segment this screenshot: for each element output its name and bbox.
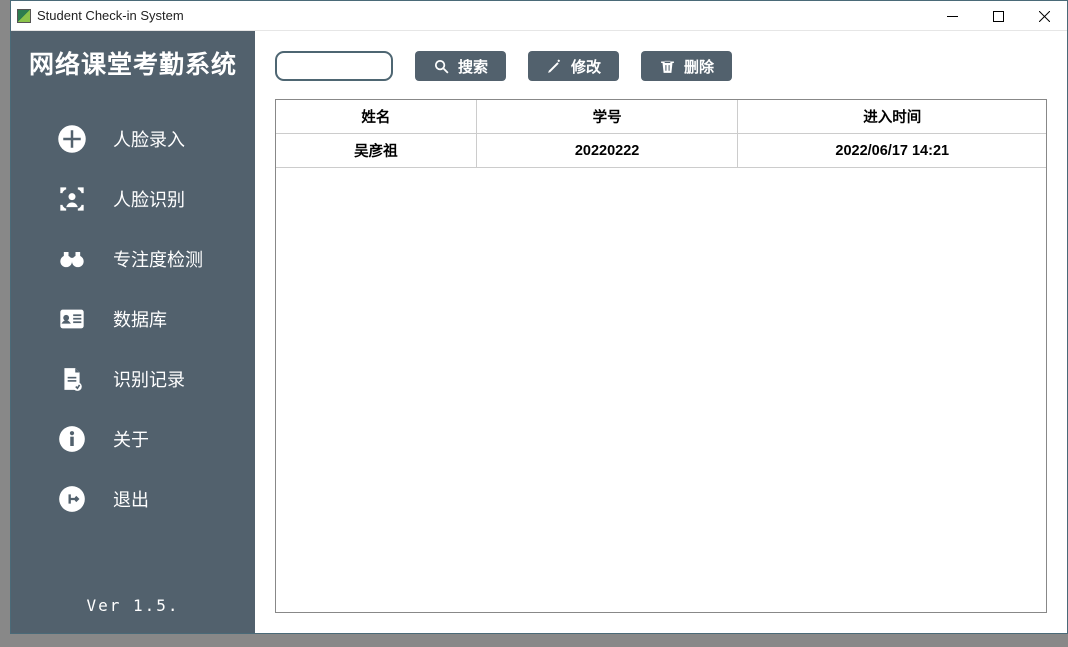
sidebar-item-label: 识别记录 bbox=[113, 366, 185, 392]
cell-id: 20220222 bbox=[476, 134, 738, 168]
edit-button[interactable]: 修改 bbox=[528, 51, 619, 81]
search-button[interactable]: 搜索 bbox=[415, 51, 506, 81]
button-label: 搜索 bbox=[458, 56, 488, 77]
main-content: 搜索 修改 删除 姓名 学号 bbox=[255, 31, 1067, 633]
search-input[interactable] bbox=[275, 51, 393, 81]
col-name[interactable]: 姓名 bbox=[276, 100, 476, 134]
cell-time: 2022/06/17 14:21 bbox=[738, 134, 1046, 168]
version-label: Ver 1.5. bbox=[86, 596, 179, 615]
trash-icon bbox=[659, 58, 676, 75]
titlebar: Student Check-in System bbox=[11, 1, 1067, 31]
minimize-icon bbox=[947, 11, 958, 22]
sidebar-item-face-enroll[interactable]: 人脸录入 bbox=[11, 109, 255, 169]
button-label: 删除 bbox=[684, 56, 714, 77]
edit-icon bbox=[546, 58, 563, 75]
table-row[interactable]: 吴彦祖 20220222 2022/06/17 14:21 bbox=[276, 134, 1046, 168]
sidebar-item-database[interactable]: 数据库 bbox=[11, 289, 255, 349]
sidebar-item-label: 人脸识别 bbox=[113, 186, 185, 212]
system-title: 网络课堂考勤系统 bbox=[29, 45, 237, 81]
info-circle-icon bbox=[57, 424, 87, 454]
col-time[interactable]: 进入时间 bbox=[738, 100, 1046, 134]
records-table-container[interactable]: 姓名 学号 进入时间 吴彦祖 20220222 2022/06/17 14:21 bbox=[275, 99, 1047, 613]
sidebar: 网络课堂考勤系统 人脸录入 人脸识别 bbox=[11, 31, 255, 633]
binoculars-icon bbox=[57, 244, 87, 274]
app-icon bbox=[17, 9, 31, 23]
maximize-icon bbox=[993, 11, 1004, 22]
logout-icon bbox=[57, 484, 87, 514]
sidebar-item-label: 关于 bbox=[113, 426, 149, 452]
database-icon bbox=[57, 304, 87, 334]
minimize-button[interactable] bbox=[929, 1, 975, 31]
close-icon bbox=[1039, 11, 1050, 22]
sidebar-item-label: 数据库 bbox=[113, 306, 167, 332]
close-button[interactable] bbox=[1021, 1, 1067, 31]
sidebar-item-about[interactable]: 关于 bbox=[11, 409, 255, 469]
window-title: Student Check-in System bbox=[37, 8, 184, 23]
table-header-row: 姓名 学号 进入时间 bbox=[276, 100, 1046, 134]
window-controls bbox=[929, 1, 1067, 30]
col-id[interactable]: 学号 bbox=[476, 100, 738, 134]
sidebar-item-attention-detect[interactable]: 专注度检测 bbox=[11, 229, 255, 289]
toolbar: 搜索 修改 删除 bbox=[275, 51, 1047, 81]
sidebar-item-label: 退出 bbox=[113, 486, 149, 512]
sidebar-item-face-recognition[interactable]: 人脸识别 bbox=[11, 169, 255, 229]
sidebar-item-records[interactable]: 识别记录 bbox=[11, 349, 255, 409]
app-window: Student Check-in System 网络课堂考勤系统 人脸录入 bbox=[10, 0, 1068, 634]
delete-button[interactable]: 删除 bbox=[641, 51, 732, 81]
sidebar-item-label: 人脸录入 bbox=[113, 126, 185, 152]
body: 网络课堂考勤系统 人脸录入 人脸识别 bbox=[11, 31, 1067, 633]
plus-circle-icon bbox=[57, 124, 87, 154]
document-icon bbox=[57, 364, 87, 394]
button-label: 修改 bbox=[571, 56, 601, 77]
sidebar-item-label: 专注度检测 bbox=[113, 246, 203, 272]
face-scan-icon bbox=[57, 184, 87, 214]
records-table: 姓名 学号 进入时间 吴彦祖 20220222 2022/06/17 14:21 bbox=[276, 100, 1046, 168]
sidebar-item-exit[interactable]: 退出 bbox=[11, 469, 255, 529]
maximize-button[interactable] bbox=[975, 1, 1021, 31]
cell-name: 吴彦祖 bbox=[276, 134, 476, 168]
search-icon bbox=[433, 58, 450, 75]
